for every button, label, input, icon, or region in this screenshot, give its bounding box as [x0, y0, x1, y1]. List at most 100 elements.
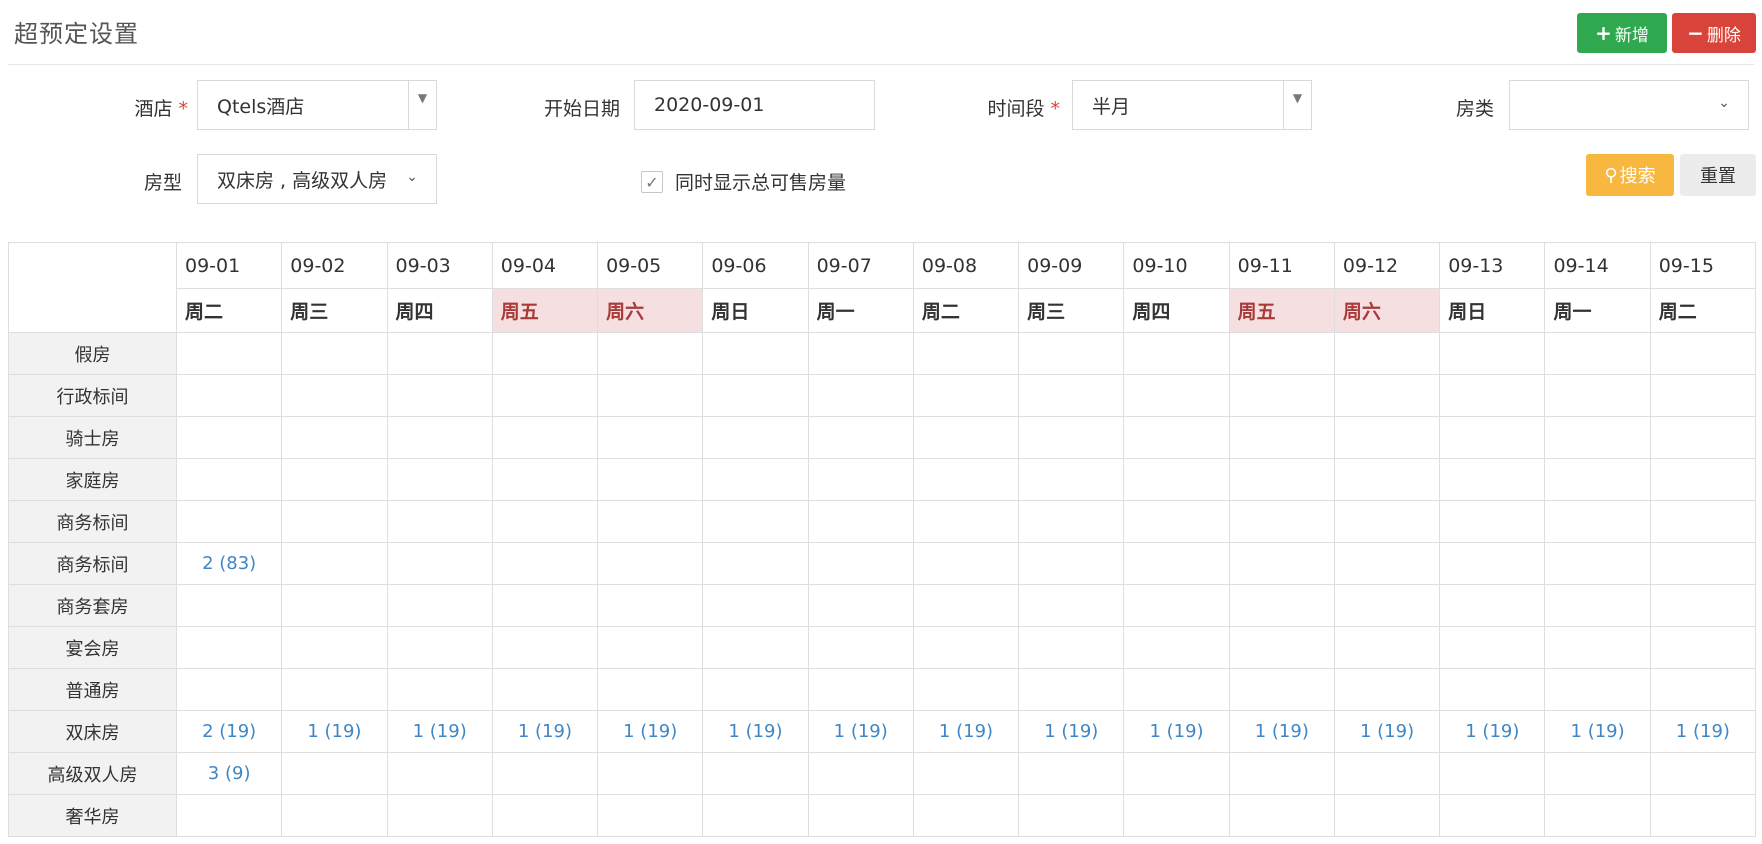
overbooking-value-link[interactable]: 1 (19)	[1044, 721, 1098, 742]
overbooking-cell[interactable]	[912, 458, 1020, 501]
overbooking-cell[interactable]	[597, 332, 704, 375]
overbooking-cell[interactable]	[807, 416, 914, 459]
overbooking-cell[interactable]	[386, 416, 493, 459]
overbooking-value-link[interactable]: 3 (9)	[208, 763, 251, 784]
overbooking-cell[interactable]: 1 (19)	[1439, 710, 1546, 753]
overbooking-cell[interactable]	[912, 794, 1020, 837]
overbooking-cell[interactable]	[281, 626, 388, 669]
overbooking-cell[interactable]	[386, 542, 493, 585]
reset-button[interactable]: 重置	[1680, 154, 1756, 196]
overbooking-cell[interactable]	[912, 332, 1020, 375]
overbooking-value-link[interactable]: 1 (19)	[1149, 721, 1203, 742]
overbooking-cell[interactable]	[1228, 794, 1335, 837]
overbooking-value-link[interactable]: 1 (19)	[623, 721, 677, 742]
overbooking-cell[interactable]: 1 (19)	[1018, 710, 1125, 753]
overbooking-cell[interactable]	[1649, 668, 1757, 711]
overbooking-value-link[interactable]: 1 (19)	[518, 721, 572, 742]
overbooking-cell[interactable]	[807, 668, 914, 711]
overbooking-cell[interactable]	[386, 332, 493, 375]
overbooking-cell[interactable]	[491, 794, 599, 837]
overbooking-cell[interactable]	[1228, 416, 1335, 459]
overbooking-cell[interactable]	[281, 542, 388, 585]
overbooking-cell[interactable]	[807, 752, 914, 795]
overbooking-cell[interactable]	[1228, 542, 1335, 585]
overbooking-value-link[interactable]: 1 (19)	[1571, 721, 1625, 742]
overbooking-cell[interactable]	[1544, 458, 1651, 501]
overbooking-cell[interactable]	[912, 542, 1020, 585]
overbooking-cell[interactable]	[281, 416, 388, 459]
overbooking-cell[interactable]	[281, 668, 388, 711]
period-select[interactable]: 半月 ▼	[1072, 80, 1312, 130]
overbooking-cell[interactable]: 1 (19)	[1123, 710, 1230, 753]
overbooking-cell[interactable]	[175, 794, 283, 837]
overbooking-value-link[interactable]: 1 (19)	[834, 721, 888, 742]
overbooking-cell[interactable]	[1333, 542, 1441, 585]
overbooking-cell[interactable]	[175, 584, 283, 627]
overbooking-cell[interactable]	[1439, 416, 1546, 459]
overbooking-cell[interactable]	[1544, 584, 1651, 627]
overbooking-cell[interactable]	[1018, 584, 1125, 627]
overbooking-cell[interactable]	[1018, 626, 1125, 669]
overbooking-cell[interactable]	[1333, 794, 1441, 837]
overbooking-cell[interactable]	[175, 332, 283, 375]
overbooking-cell[interactable]	[1018, 668, 1125, 711]
overbooking-value-link[interactable]: 1 (19)	[728, 721, 782, 742]
overbooking-cell[interactable]: 2 (19)	[175, 710, 283, 753]
overbooking-cell[interactable]	[1228, 374, 1335, 417]
overbooking-cell[interactable]	[1018, 332, 1125, 375]
overbooking-cell[interactable]	[281, 374, 388, 417]
overbooking-cell[interactable]	[1018, 416, 1125, 459]
overbooking-cell[interactable]: 1 (19)	[1228, 710, 1335, 753]
overbooking-cell[interactable]	[912, 500, 1020, 543]
overbooking-cell[interactable]	[1333, 584, 1441, 627]
overbooking-cell[interactable]	[281, 794, 388, 837]
overbooking-cell[interactable]	[807, 458, 914, 501]
overbooking-cell[interactable]	[491, 374, 599, 417]
overbooking-cell[interactable]	[175, 500, 283, 543]
overbooking-cell[interactable]	[1333, 416, 1441, 459]
overbooking-cell[interactable]: 2 (83)	[175, 542, 283, 585]
overbooking-cell[interactable]	[1123, 668, 1230, 711]
overbooking-cell[interactable]	[702, 584, 809, 627]
overbooking-cell[interactable]: 1 (19)	[702, 710, 809, 753]
overbooking-cell[interactable]	[1439, 668, 1546, 711]
overbooking-cell[interactable]	[912, 752, 1020, 795]
overbooking-cell[interactable]	[491, 332, 599, 375]
overbooking-cell[interactable]	[1333, 500, 1441, 543]
overbooking-cell[interactable]	[1649, 542, 1757, 585]
overbooking-cell[interactable]	[702, 458, 809, 501]
overbooking-value-link[interactable]: 1 (19)	[1360, 721, 1414, 742]
search-button[interactable]: ⚲ 搜索	[1586, 154, 1674, 196]
overbooking-cell[interactable]	[175, 416, 283, 459]
overbooking-cell[interactable]	[1333, 752, 1441, 795]
overbooking-cell[interactable]: 1 (19)	[281, 710, 388, 753]
overbooking-cell[interactable]	[1439, 374, 1546, 417]
overbooking-cell[interactable]	[912, 584, 1020, 627]
overbooking-cell[interactable]	[175, 374, 283, 417]
overbooking-cell[interactable]	[1228, 332, 1335, 375]
overbooking-cell[interactable]	[807, 794, 914, 837]
delete-button[interactable]: − 删除	[1672, 13, 1756, 53]
overbooking-cell[interactable]	[281, 458, 388, 501]
overbooking-cell[interactable]: 1 (19)	[1544, 710, 1651, 753]
add-button[interactable]: + 新增	[1577, 13, 1667, 53]
overbooking-cell[interactable]	[702, 668, 809, 711]
overbooking-cell[interactable]	[702, 416, 809, 459]
overbooking-cell[interactable]	[1333, 374, 1441, 417]
overbooking-cell[interactable]	[1544, 332, 1651, 375]
overbooking-cell[interactable]: 1 (19)	[807, 710, 914, 753]
overbooking-cell[interactable]	[597, 752, 704, 795]
overbooking-cell[interactable]: 1 (19)	[491, 710, 599, 753]
overbooking-cell[interactable]	[281, 332, 388, 375]
overbooking-cell[interactable]	[1018, 752, 1125, 795]
overbooking-cell[interactable]: 3 (9)	[175, 752, 283, 795]
overbooking-cell[interactable]	[1228, 668, 1335, 711]
overbooking-cell[interactable]	[1439, 458, 1546, 501]
overbooking-cell[interactable]	[491, 626, 599, 669]
overbooking-cell[interactable]	[1018, 794, 1125, 837]
overbooking-cell[interactable]	[807, 374, 914, 417]
overbooking-cell[interactable]	[1649, 416, 1757, 459]
overbooking-cell[interactable]	[175, 626, 283, 669]
overbooking-cell[interactable]	[386, 584, 493, 627]
overbooking-cell[interactable]	[1439, 584, 1546, 627]
